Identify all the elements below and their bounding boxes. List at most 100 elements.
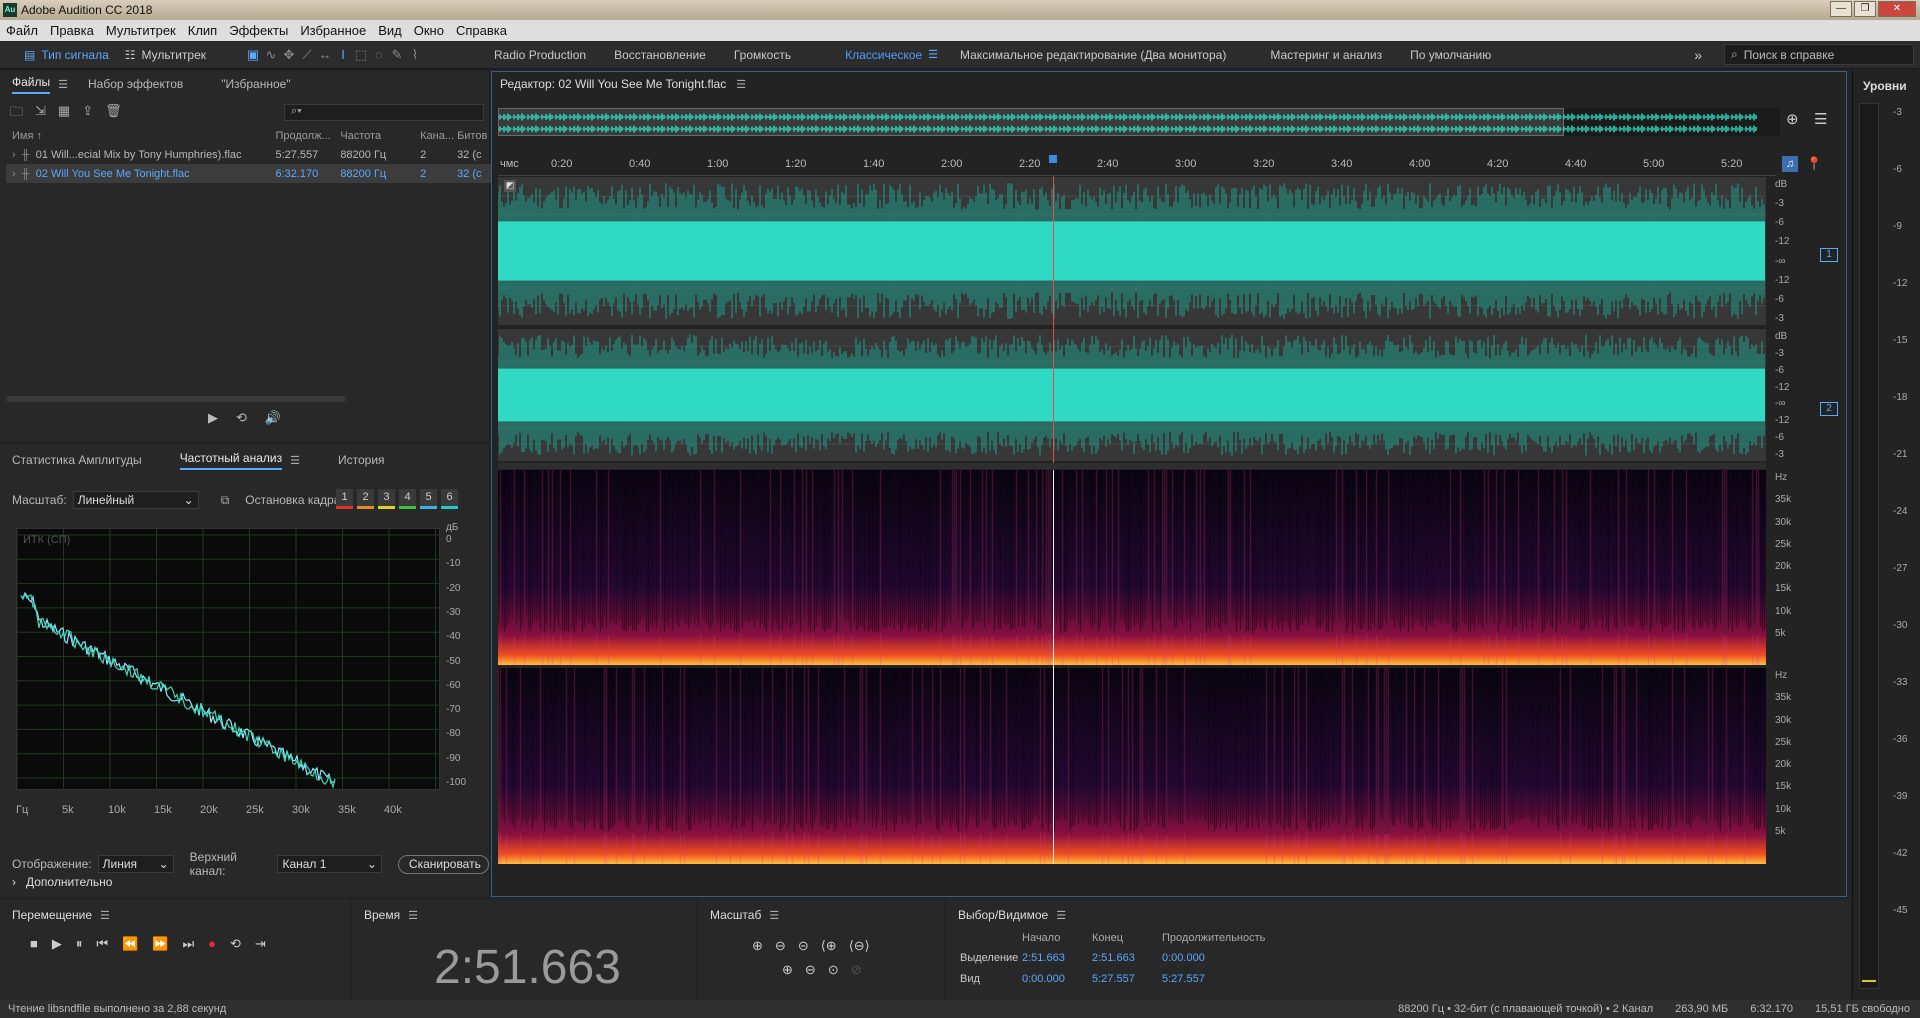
zoom-out-amplitude-icon[interactable]: ⊖ xyxy=(775,938,786,954)
col-bits[interactable]: Битов xyxy=(457,130,492,142)
view-duration[interactable]: 5:27.557 xyxy=(1162,973,1205,985)
view-end[interactable]: 5:27.557 xyxy=(1092,973,1162,985)
autoplay-icon[interactable]: 🔊 xyxy=(265,410,281,426)
menu-window[interactable]: Окно xyxy=(408,23,450,38)
panel-menu-icon[interactable]: ☰ xyxy=(58,78,68,91)
table-row[interactable]: › ╫ 01 Will...ecial Mix by Tony Humphrie… xyxy=(6,145,492,164)
workspace-radio-production[interactable]: Radio Production xyxy=(480,48,600,62)
pause-button[interactable]: ⏸ xyxy=(76,936,83,952)
stop-button[interactable]: ■ xyxy=(30,936,38,952)
selection-duration[interactable]: 0:00.000 xyxy=(1162,952,1205,964)
loop-button[interactable]: ⟲ xyxy=(230,936,241,952)
menu-edit[interactable]: Правка xyxy=(44,23,100,38)
tab-history[interactable]: История xyxy=(338,453,385,467)
menu-view[interactable]: Вид xyxy=(372,23,408,38)
lasso-tool-icon[interactable]: ◌ xyxy=(370,46,388,64)
insert-into-multitrack-icon[interactable]: ⇪ xyxy=(82,103,93,125)
slip-tool-icon[interactable]: ↔ xyxy=(316,46,334,64)
panel-menu-icon[interactable]: ☰ xyxy=(736,78,746,91)
panel-menu-icon[interactable]: ☰ xyxy=(408,909,418,922)
fast-forward-button[interactable]: ⏩ xyxy=(152,936,168,952)
move-tool-icon[interactable]: ✥ xyxy=(280,46,298,64)
skip-selection-button[interactable]: ⇥ xyxy=(255,936,266,952)
go-to-end-button[interactable]: ⏭ xyxy=(182,936,194,952)
selection-start[interactable]: 2:51.663 xyxy=(1022,952,1092,964)
freeze-slot-button[interactable]: 3 xyxy=(378,489,395,509)
advanced-toggle[interactable]: › Дополнительно xyxy=(12,875,112,889)
workspace-menu-icon[interactable]: ☰ xyxy=(928,48,938,61)
brush-tool-icon[interactable]: ✎ xyxy=(388,46,406,64)
tab-favorites[interactable]: "Избранное" xyxy=(221,77,290,91)
col-duration[interactable]: Продолж... xyxy=(275,130,340,142)
razor-tool-icon[interactable]: ⟋ xyxy=(298,46,316,64)
channel-2-spectrogram[interactable] xyxy=(498,668,1766,864)
expand-icon[interactable]: › xyxy=(12,149,16,161)
multitrack-view-button[interactable]: ☷ Мультитрек xyxy=(117,44,214,66)
workspace-max-edit[interactable]: Максимальное редактирование (Два монитор… xyxy=(946,48,1240,62)
menu-effects[interactable]: Эффекты xyxy=(223,23,294,38)
workspace-restoration[interactable]: Восстановление xyxy=(600,48,720,62)
marquee-tool-icon[interactable]: ⬚ xyxy=(352,46,370,64)
zoom-out-time-icon[interactable]: ⊖ xyxy=(805,962,816,978)
col-name[interactable]: Имя ↑ xyxy=(6,130,275,142)
healing-brush-icon[interactable]: ⌇ xyxy=(406,46,424,64)
col-rate[interactable]: Частота xyxy=(340,130,420,142)
tab-amplitude-stats[interactable]: Статистика Амплитуды xyxy=(12,453,142,467)
freeze-slot-button[interactable]: 5 xyxy=(420,489,437,509)
tab-frequency-analysis[interactable]: Частотный анализ xyxy=(179,451,283,470)
stack-channels-icon[interactable]: ☰ xyxy=(1814,110,1827,128)
play-button[interactable]: ▶ xyxy=(52,936,62,952)
scale-select[interactable]: Линейный ⌄ xyxy=(72,491,199,509)
go-to-start-button[interactable]: ⏮ xyxy=(96,936,108,952)
play-preview-icon[interactable]: ▶ xyxy=(208,410,218,426)
tab-effects-rack[interactable]: Набор эффектов xyxy=(88,77,183,91)
view-start[interactable]: 0:00.000 xyxy=(1022,973,1092,985)
menu-favorites[interactable]: Избранное xyxy=(294,23,372,38)
time-selection-tool-icon[interactable]: I xyxy=(334,46,352,64)
channel-1-badge[interactable]: 1 xyxy=(1820,248,1838,262)
channel-select[interactable]: Канал 1 ⌄ xyxy=(277,855,382,873)
freeze-slot-button[interactable]: 6 xyxy=(441,489,458,509)
col-channels[interactable]: Кана... xyxy=(420,130,457,142)
marker-pin-icon[interactable]: 📍 xyxy=(1806,156,1822,172)
channel-1-spectrogram[interactable] xyxy=(498,470,1766,665)
playhead[interactable] xyxy=(1053,176,1055,463)
scan-button[interactable]: Сканировать xyxy=(397,854,489,874)
tab-files[interactable]: Файлы xyxy=(12,75,51,94)
workspace-mastering[interactable]: Мастеринг и анализ xyxy=(1240,48,1396,62)
loop-preview-icon[interactable]: ⟲ xyxy=(236,410,247,426)
zoom-in-point-icon[interactable]: ⟨⊕ xyxy=(821,938,837,954)
selection-end[interactable]: 2:51.663 xyxy=(1092,952,1162,964)
channel-1-waveform[interactable] xyxy=(498,177,1766,325)
zoom-in-amplitude-icon[interactable]: ⊕ xyxy=(752,938,763,954)
menu-clip[interactable]: Клип xyxy=(182,23,223,38)
new-file-icon[interactable]: ▦ xyxy=(58,103,70,125)
table-row[interactable]: › ╫ 02 Will You See Me Tonight.flac 6:32… xyxy=(6,164,492,183)
waveform-view-button[interactable]: ▤ Тип сигнала xyxy=(16,44,117,66)
close-button[interactable]: ✕ xyxy=(1878,1,1916,17)
zoom-out-point-icon[interactable]: ⟨⊖⟩ xyxy=(849,938,870,954)
import-file-icon[interactable]: ⇲ xyxy=(35,103,46,125)
open-file-icon[interactable]: 🗀 xyxy=(10,103,23,125)
panel-menu-icon[interactable]: ☰ xyxy=(769,909,779,922)
more-workspaces-button[interactable]: » xyxy=(1694,47,1702,63)
copy-graph-icon[interactable]: ⧉ xyxy=(221,493,230,508)
channel-2-badge[interactable]: 2 xyxy=(1820,402,1838,416)
time-ruler[interactable]: чмс 0:20 0:40 1:00 1:20 1:40 2:00 2:20 2:40 3:00 3… xyxy=(498,154,1776,176)
panel-menu-icon[interactable]: ☰ xyxy=(100,909,110,922)
rewind-button[interactable]: ⏪ xyxy=(122,936,138,952)
pitch-display-icon[interactable]: ∿ xyxy=(262,46,280,64)
channel-2-waveform[interactable] xyxy=(498,329,1766,461)
display-select[interactable]: Линия ⌄ xyxy=(97,855,174,873)
overview-bar[interactable] xyxy=(498,108,1780,136)
zoom-selection-icon[interactable]: ⊙ xyxy=(828,962,839,978)
workspace-loudness[interactable]: Громкость xyxy=(720,48,831,62)
spectral-display-icon[interactable]: ▣ xyxy=(244,46,262,64)
menu-help[interactable]: Справка xyxy=(450,23,513,38)
restore-button[interactable]: ❐ xyxy=(1854,1,1876,17)
zoom-to-fit-icon[interactable]: ⊕ xyxy=(1786,110,1799,128)
menu-file[interactable]: Файл xyxy=(0,23,44,38)
playhead-spectral[interactable] xyxy=(1053,470,1055,864)
zoom-in-time-icon[interactable]: ⊕ xyxy=(782,962,793,978)
help-search-input[interactable]: ⌕ Поиск в справке xyxy=(1724,44,1914,65)
